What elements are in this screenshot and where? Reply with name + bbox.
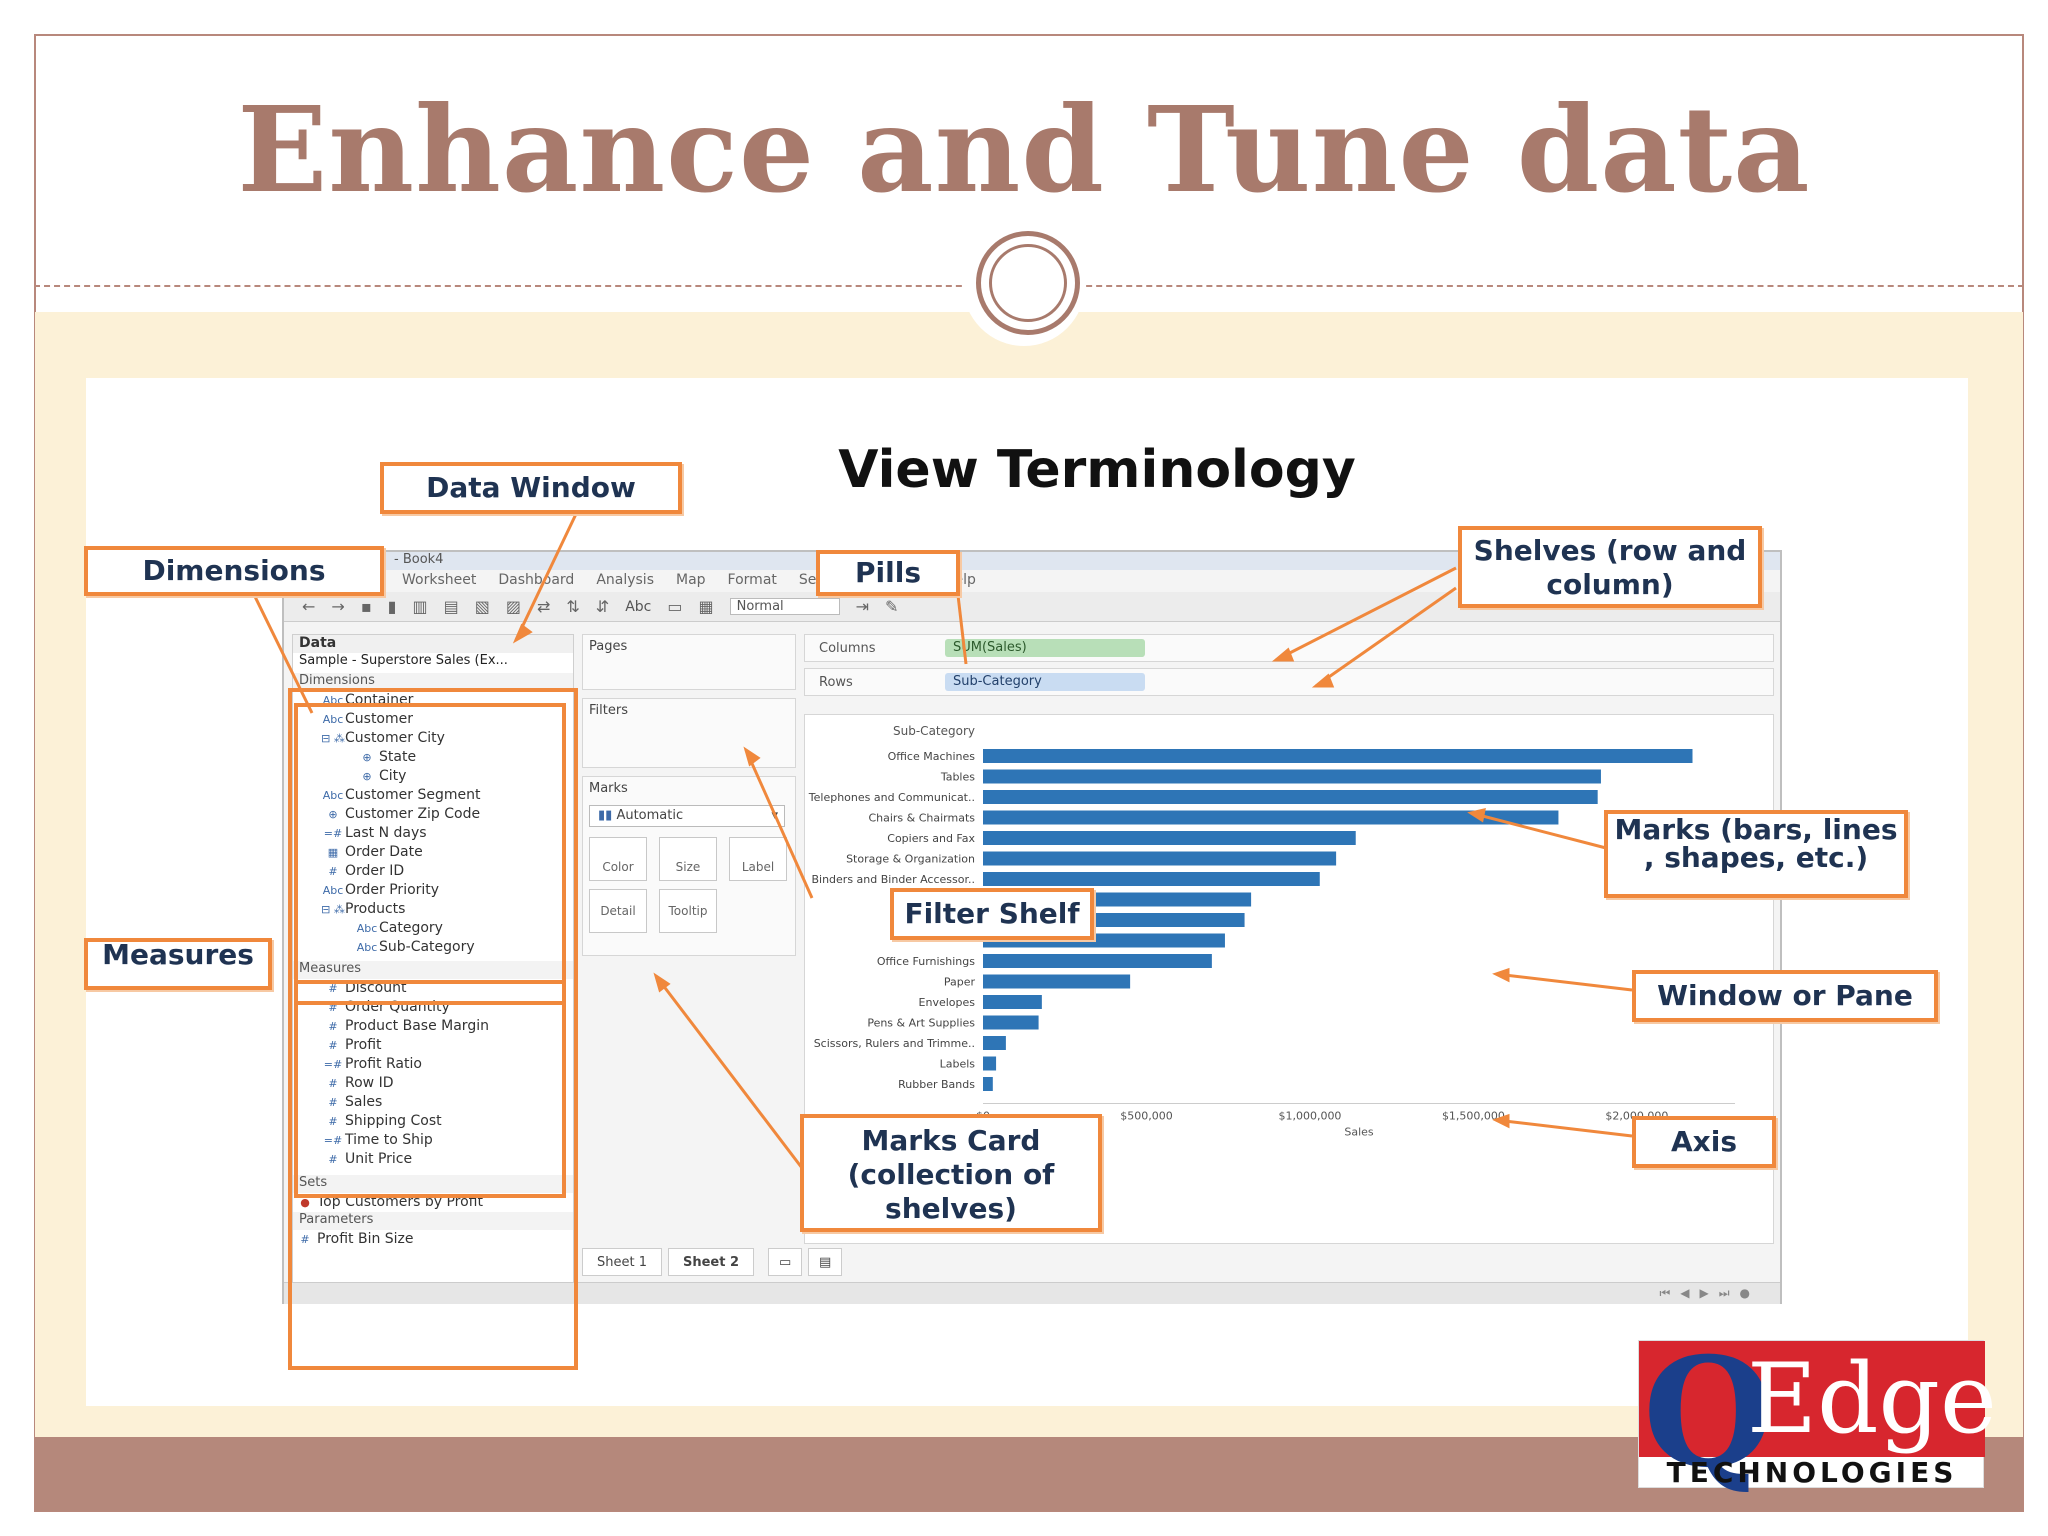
marks-card-callout: Marks Card (collection of shelves) bbox=[800, 1114, 1102, 1232]
marks-card-connector bbox=[654, 975, 804, 1169]
arrow-head bbox=[1271, 647, 1295, 662]
arrow-head bbox=[743, 746, 761, 767]
window-pane-connector bbox=[1495, 972, 1633, 992]
marks-connector bbox=[1470, 811, 1607, 850]
measures-callout: Measures bbox=[84, 938, 272, 990]
data-window-connector bbox=[514, 513, 578, 641]
arrow-head bbox=[1492, 967, 1510, 983]
axis-callout: Axis bbox=[1632, 1116, 1776, 1168]
marks-callout: Marks (bars, lines , shapes, etc.) bbox=[1604, 810, 1908, 898]
window-pane-callout: Window or Pane bbox=[1632, 970, 1938, 1022]
logo-edge-word: Edge bbox=[1747, 1343, 1997, 1455]
view-terminology-figure: View Terminology - Book4 Worksheet Dashbo… bbox=[84, 378, 1968, 1406]
logo-subtitle: TECHNOLOGIES bbox=[1666, 1456, 1958, 1489]
filter-shelf-callout: Filter Shelf bbox=[890, 888, 1094, 940]
divider-ring-inner bbox=[989, 244, 1067, 322]
shelves-column-connector bbox=[1275, 566, 1457, 662]
qedge-logo: Q Edge TECHNOLOGIES bbox=[1638, 1325, 1997, 1501]
pills-callout: Pills bbox=[816, 550, 960, 596]
shelves-callout: Shelves (row and column) bbox=[1458, 526, 1762, 608]
arrow-head bbox=[512, 623, 533, 644]
dimensions-callout: Dimensions bbox=[84, 546, 384, 596]
logo-mark: Q Edge bbox=[1639, 1325, 1997, 1501]
data-window-callout: Data Window bbox=[380, 462, 682, 514]
axis-connector bbox=[1495, 1118, 1633, 1138]
arrow-head bbox=[1467, 808, 1486, 823]
arrow-head bbox=[1492, 1113, 1510, 1129]
arrow-head bbox=[1311, 673, 1335, 688]
slide-title: Enhance and Tune data bbox=[237, 80, 1811, 219]
filter-shelf-connector bbox=[744, 749, 814, 899]
